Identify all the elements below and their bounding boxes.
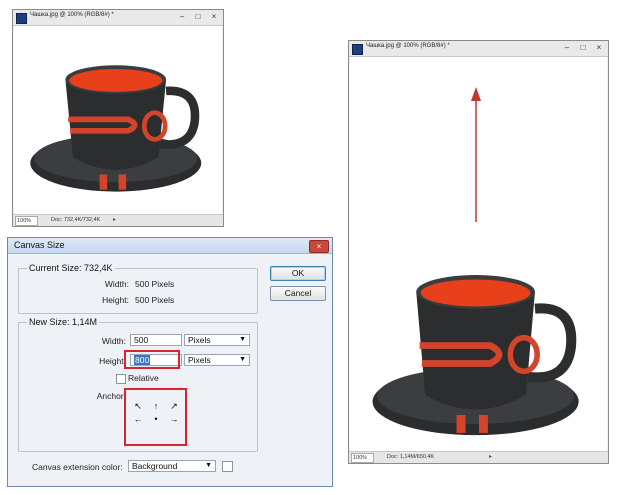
- small-zoom-field[interactable]: 100%: [15, 216, 38, 226]
- photoshop-icon: [16, 13, 27, 24]
- restore-button[interactable]: □: [191, 11, 205, 23]
- current-width-value: 500 Pixels: [135, 279, 175, 289]
- extension-color-swatch[interactable]: [222, 461, 233, 472]
- large-document-canvas[interactable]: [350, 57, 607, 451]
- small-doc-info: Doc: 732,4K/732,4K: [51, 217, 101, 223]
- large-window-title: Чашка.jpg @ 100% (RGB/8#) *: [366, 43, 450, 49]
- canvas-size-dialog: Canvas Size × Current Size: 732,4K Width…: [7, 237, 333, 487]
- ok-button[interactable]: OK: [270, 266, 326, 281]
- minimize-button[interactable]: –: [175, 11, 189, 23]
- close-button[interactable]: ×: [592, 42, 606, 54]
- photoshop-icon: [352, 44, 363, 55]
- current-size-legend: Current Size: 732,4K: [27, 263, 115, 273]
- height-unit-select[interactable]: Pixels ▼: [184, 354, 250, 366]
- width-unit-value: Pixels: [188, 335, 211, 345]
- anchor-cell-top[interactable]: ↑: [147, 400, 165, 413]
- small-window-statusbar: 100% Doc: 732,4K/732,4K ▸: [13, 214, 223, 226]
- anchor-label: Anchor:: [96, 391, 126, 401]
- small-document-window: Чашка.jpg @ 100% (RGB/8#) * – □ × 100% D…: [12, 9, 224, 227]
- anchor-cell-bottom[interactable]: [147, 426, 165, 439]
- dialog-titlebar[interactable]: Canvas Size ×: [8, 238, 332, 254]
- width-unit-select[interactable]: Pixels ▼: [184, 334, 250, 346]
- minimize-button[interactable]: –: [560, 42, 574, 54]
- restore-button[interactable]: □: [576, 42, 590, 54]
- scroll-right-icon[interactable]: ▸: [113, 216, 116, 223]
- current-height-label: Height:: [102, 295, 129, 305]
- extension-color-label: Canvas extension color:: [32, 462, 123, 472]
- anchor-cell-center[interactable]: •: [147, 413, 165, 426]
- large-window-statusbar: 100% Doc: 1,14M/650,4K ▸: [349, 451, 608, 463]
- anchor-cell-bottom-right[interactable]: [165, 426, 183, 439]
- dialog-title: Canvas Size: [14, 240, 65, 250]
- new-size-legend: New Size: 1,14M: [27, 317, 100, 327]
- relative-checkbox[interactable]: [116, 374, 126, 384]
- current-height-value: 500 Pixels: [135, 295, 175, 305]
- anchor-grid[interactable]: ↖ ↑ ↗ ← • →: [129, 400, 183, 439]
- width-input[interactable]: 500: [130, 334, 182, 346]
- cancel-button[interactable]: Cancel: [270, 286, 326, 301]
- small-window-titlebar[interactable]: Чашка.jpg @ 100% (RGB/8#) * – □ ×: [13, 10, 223, 26]
- cup-image-large: [372, 87, 579, 436]
- anchor-cell-left[interactable]: ←: [129, 413, 147, 426]
- large-window-titlebar[interactable]: Чашка.jpg @ 100% (RGB/8#) * – □ ×: [349, 41, 608, 57]
- close-button[interactable]: ×: [207, 11, 221, 23]
- chevron-down-icon: ▼: [239, 356, 246, 363]
- chevron-down-icon: ▼: [205, 462, 212, 469]
- relative-label: Relative: [128, 373, 159, 383]
- small-document-canvas[interactable]: [14, 26, 222, 214]
- anchor-cell-bottom-left[interactable]: [129, 426, 147, 439]
- up-arrow-head: [471, 87, 481, 101]
- scroll-right-icon[interactable]: ▸: [489, 453, 492, 460]
- new-width-label: Width:: [101, 336, 126, 346]
- current-size-group: Current Size: 732,4K Width: 500 Pixels H…: [18, 263, 258, 314]
- extension-color-select[interactable]: Background ▼: [128, 460, 216, 472]
- new-height-label: Height:: [99, 356, 126, 366]
- large-zoom-field[interactable]: 100%: [351, 453, 374, 463]
- anchor-cell-right[interactable]: →: [165, 413, 183, 426]
- extension-color-value: Background: [132, 461, 178, 471]
- height-unit-value: Pixels: [188, 355, 211, 365]
- anchor-cell-top-right[interactable]: ↗: [165, 400, 183, 413]
- current-width-label: Width:: [104, 279, 129, 289]
- dialog-close-button[interactable]: ×: [309, 240, 329, 253]
- large-doc-info: Doc: 1,14M/650,4K: [387, 454, 435, 460]
- small-window-title: Чашка.jpg @ 100% (RGB/8#) *: [30, 12, 114, 18]
- anchor-cell-top-left[interactable]: ↖: [129, 400, 147, 413]
- large-document-window: Чашка.jpg @ 100% (RGB/8#) * – □ × 100% D…: [348, 40, 609, 464]
- chevron-down-icon: ▼: [239, 336, 246, 343]
- cup-image-small: [30, 65, 202, 192]
- height-highlight-box: [124, 350, 180, 369]
